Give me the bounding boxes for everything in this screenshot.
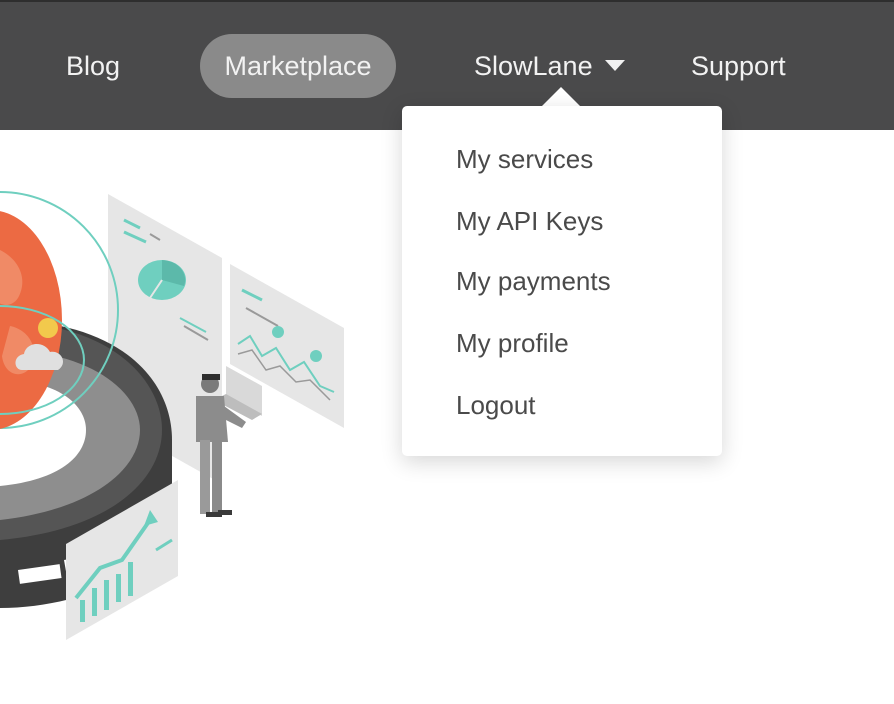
- user-dropdown-menu: My services My API Keys My payments My p…: [402, 106, 722, 456]
- hero-illustration: [0, 191, 344, 640]
- nav-link-blog[interactable]: Blog: [66, 34, 120, 98]
- dropdown-arrow: [541, 87, 581, 107]
- menu-item-my-profile[interactable]: My profile: [456, 323, 569, 363]
- menu-item-my-api-keys[interactable]: My API Keys: [456, 201, 603, 241]
- caret-down-icon: [604, 60, 625, 72]
- menu-item-my-services[interactable]: My services: [456, 139, 593, 179]
- nav-link-marketplace[interactable]: Marketplace: [200, 34, 396, 98]
- nav-link-support[interactable]: Support: [691, 34, 786, 98]
- person-with-laptop: [196, 366, 262, 517]
- menu-item-logout[interactable]: Logout: [456, 385, 536, 425]
- menu-item-my-payments[interactable]: My payments: [456, 261, 611, 301]
- nav-user-name: SlowLane: [474, 51, 593, 81]
